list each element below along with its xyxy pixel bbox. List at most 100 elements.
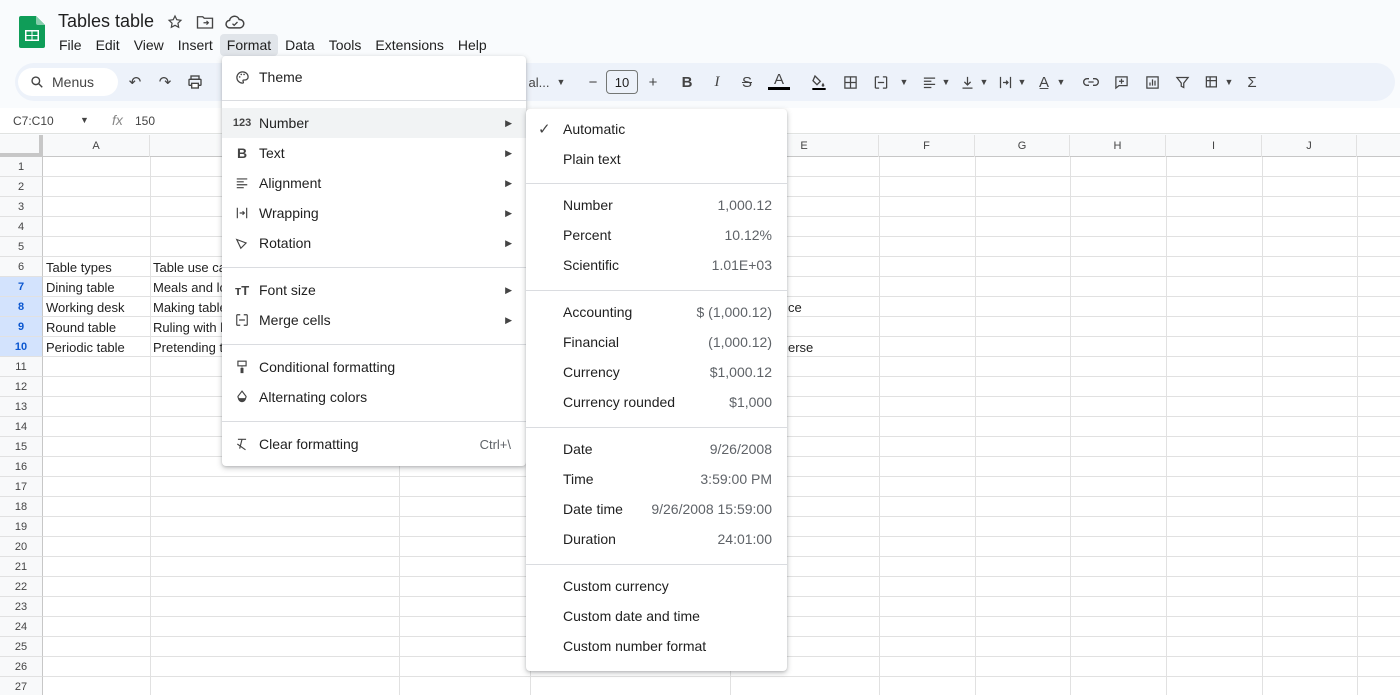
number-format-custom-number[interactable]: Custom number format bbox=[526, 632, 787, 662]
number-format-plain-text[interactable]: Plain text bbox=[526, 145, 787, 175]
print-icon[interactable] bbox=[184, 71, 206, 93]
move-folder-icon[interactable] bbox=[195, 12, 215, 32]
chevron-down-icon[interactable]: ▼ bbox=[893, 71, 915, 93]
menu-item-merge-cells[interactable]: Merge cells ▶ bbox=[222, 305, 526, 335]
row-header[interactable]: 8 bbox=[0, 297, 43, 317]
number-format-accounting[interactable]: Accounting $ (1,000.12) bbox=[526, 298, 787, 328]
row-header[interactable]: 10 bbox=[0, 337, 43, 357]
menu-file[interactable]: File bbox=[52, 34, 89, 56]
number-format-custom-currency[interactable]: Custom currency bbox=[526, 572, 787, 602]
number-format-percent[interactable]: Percent 10.12% bbox=[526, 221, 787, 251]
row-header[interactable]: 23 bbox=[0, 597, 43, 617]
document-title[interactable]: Tables table bbox=[58, 11, 154, 32]
column-header[interactable]: I bbox=[1166, 135, 1262, 157]
menu-item-clear-formatting[interactable]: Clear formatting Ctrl+\ bbox=[222, 429, 526, 459]
functions-icon[interactable]: Σ bbox=[1241, 71, 1263, 93]
chevron-down-icon[interactable]: ▼ bbox=[935, 71, 957, 93]
font-size-input[interactable]: 10 bbox=[606, 70, 638, 94]
cell-a6[interactable]: Table types bbox=[46, 260, 148, 275]
bold-icon[interactable]: B bbox=[676, 71, 698, 93]
number-format-financial[interactable]: Financial (1,000.12) bbox=[526, 328, 787, 358]
fill-color-icon[interactable] bbox=[808, 71, 830, 93]
menu-item-theme[interactable]: Theme bbox=[222, 62, 526, 92]
row-header[interactable]: 26 bbox=[0, 657, 43, 677]
chevron-down-icon[interactable]: ▼ bbox=[550, 71, 572, 93]
menu-tools[interactable]: Tools bbox=[322, 34, 369, 56]
cell-e10[interactable]: erse bbox=[788, 340, 848, 355]
row-header[interactable]: 27 bbox=[0, 677, 43, 695]
menu-data[interactable]: Data bbox=[278, 34, 322, 56]
menu-item-text[interactable]: B Text ▶ bbox=[222, 138, 526, 168]
cell-b10[interactable]: Pretending t bbox=[153, 340, 223, 355]
row-header[interactable]: 12 bbox=[0, 377, 43, 397]
star-icon[interactable] bbox=[165, 12, 185, 32]
menu-item-wrapping[interactable]: Wrapping ▶ bbox=[222, 198, 526, 228]
number-format-date-time[interactable]: Date time 9/26/2008 15:59:00 bbox=[526, 495, 787, 525]
number-format-scientific[interactable]: Scientific 1.01E+03 bbox=[526, 251, 787, 281]
cell-b8[interactable]: Making table bbox=[153, 300, 223, 315]
filter-icon[interactable] bbox=[1171, 71, 1193, 93]
menu-format[interactable]: Format bbox=[219, 34, 279, 56]
column-header[interactable]: A bbox=[43, 135, 150, 157]
cell-b9[interactable]: Ruling with k bbox=[153, 320, 223, 335]
row-header[interactable]: 14 bbox=[0, 417, 43, 437]
cloud-saved-icon[interactable] bbox=[225, 12, 245, 32]
search-menus-button[interactable]: Menus bbox=[18, 68, 118, 96]
row-header[interactable]: 20 bbox=[0, 537, 43, 557]
row-header[interactable]: 5 bbox=[0, 237, 43, 257]
row-header[interactable]: 7 bbox=[0, 277, 43, 297]
chevron-down-icon[interactable]: ▼ bbox=[1218, 71, 1240, 93]
cell-e8[interactable]: ce bbox=[788, 300, 848, 315]
row-header[interactable]: 2 bbox=[0, 177, 43, 197]
menu-edit[interactable]: Edit bbox=[89, 34, 127, 56]
column-header[interactable]: G bbox=[975, 135, 1070, 157]
menu-item-rotation[interactable]: Rotation ▶ bbox=[222, 228, 526, 258]
cell-b6[interactable]: Table use ca bbox=[153, 260, 223, 275]
merge-cells-icon[interactable] bbox=[870, 71, 892, 93]
strikethrough-icon[interactable]: S bbox=[736, 71, 758, 93]
number-format-currency-rounded[interactable]: Currency rounded $1,000 bbox=[526, 388, 787, 418]
chevron-down-icon[interactable]: ▼ bbox=[973, 71, 995, 93]
number-format-automatic[interactable]: ✓ Automatic bbox=[526, 115, 787, 145]
cell-a9[interactable]: Round table bbox=[46, 320, 148, 335]
menu-item-conditional-formatting[interactable]: Conditional formatting bbox=[222, 352, 526, 382]
row-header[interactable]: 24 bbox=[0, 617, 43, 637]
cell-a8[interactable]: Working desk bbox=[46, 300, 148, 315]
increase-font-size-icon[interactable]: + bbox=[642, 71, 664, 93]
row-header[interactable]: 1 bbox=[0, 157, 43, 177]
insert-chart-icon[interactable] bbox=[1141, 71, 1163, 93]
menu-item-font-size[interactable]: ᴛT Font size ▶ bbox=[222, 275, 526, 305]
row-header[interactable]: 9 bbox=[0, 317, 43, 337]
formula-input[interactable]: 150 bbox=[135, 114, 155, 128]
insert-link-icon[interactable] bbox=[1080, 71, 1102, 93]
number-format-time[interactable]: Time 3:59:00 PM bbox=[526, 465, 787, 495]
chevron-down-icon[interactable]: ▼ bbox=[1050, 71, 1072, 93]
text-color-icon[interactable]: A bbox=[768, 71, 790, 90]
redo-icon[interactable]: ↷ bbox=[154, 71, 176, 93]
borders-icon[interactable] bbox=[839, 71, 861, 93]
number-format-custom-date-time[interactable]: Custom date and time bbox=[526, 602, 787, 632]
row-header[interactable]: 17 bbox=[0, 477, 43, 497]
number-format-date[interactable]: Date 9/26/2008 bbox=[526, 435, 787, 465]
select-all-corner[interactable] bbox=[0, 135, 43, 157]
row-header[interactable]: 19 bbox=[0, 517, 43, 537]
insert-comment-icon[interactable] bbox=[1110, 71, 1132, 93]
cell-b7[interactable]: Meals and lo bbox=[153, 280, 223, 295]
row-header[interactable]: 18 bbox=[0, 497, 43, 517]
row-header[interactable]: 16 bbox=[0, 457, 43, 477]
menu-item-number[interactable]: 123 Number ▶ bbox=[222, 108, 526, 138]
menu-extensions[interactable]: Extensions bbox=[368, 34, 450, 56]
name-box[interactable]: C7:C10 bbox=[13, 114, 54, 128]
column-header[interactable]: J bbox=[1262, 135, 1357, 157]
row-header[interactable]: 21 bbox=[0, 557, 43, 577]
chevron-down-icon[interactable]: ▼ bbox=[80, 115, 89, 125]
number-format-currency[interactable]: Currency $1,000.12 bbox=[526, 358, 787, 388]
menu-help[interactable]: Help bbox=[451, 34, 494, 56]
row-header[interactable]: 6 bbox=[0, 257, 43, 277]
decrease-font-size-icon[interactable]: − bbox=[582, 71, 604, 93]
menu-view[interactable]: View bbox=[127, 34, 171, 56]
row-header[interactable]: 13 bbox=[0, 397, 43, 417]
row-header[interactable]: 25 bbox=[0, 637, 43, 657]
chevron-down-icon[interactable]: ▼ bbox=[1011, 71, 1033, 93]
menu-item-alternating-colors[interactable]: Alternating colors bbox=[222, 382, 526, 412]
